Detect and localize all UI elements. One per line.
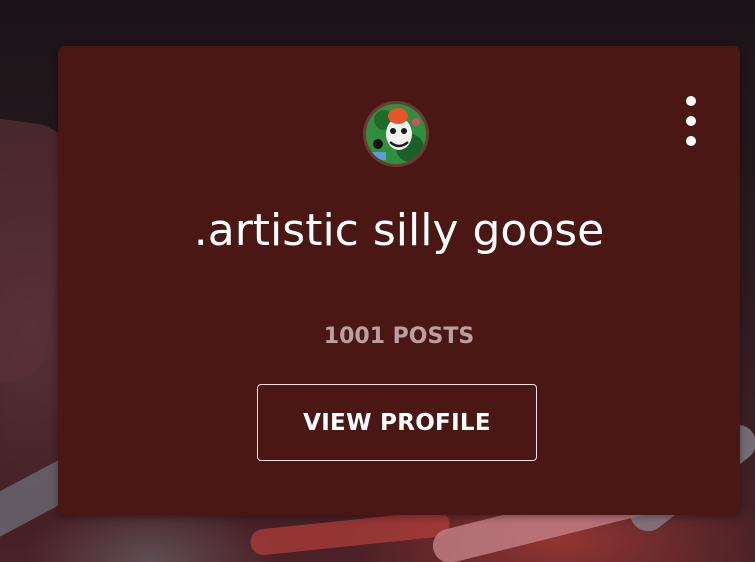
profile-card: .artistic silly goose 1001 POSTS VIEW PR… bbox=[58, 46, 740, 515]
more-vertical-icon bbox=[686, 96, 696, 106]
more-vertical-icon bbox=[686, 116, 696, 126]
posts-count: 1001 POSTS bbox=[323, 324, 475, 349]
view-profile-button[interactable]: VIEW PROFILE bbox=[257, 384, 537, 461]
profile-title: .artistic silly goose bbox=[193, 205, 605, 256]
more-vertical-icon bbox=[686, 136, 696, 146]
background-stroke bbox=[249, 509, 451, 557]
avatar-image bbox=[366, 104, 426, 164]
more-options-button[interactable] bbox=[673, 96, 709, 146]
avatar[interactable] bbox=[363, 101, 429, 167]
